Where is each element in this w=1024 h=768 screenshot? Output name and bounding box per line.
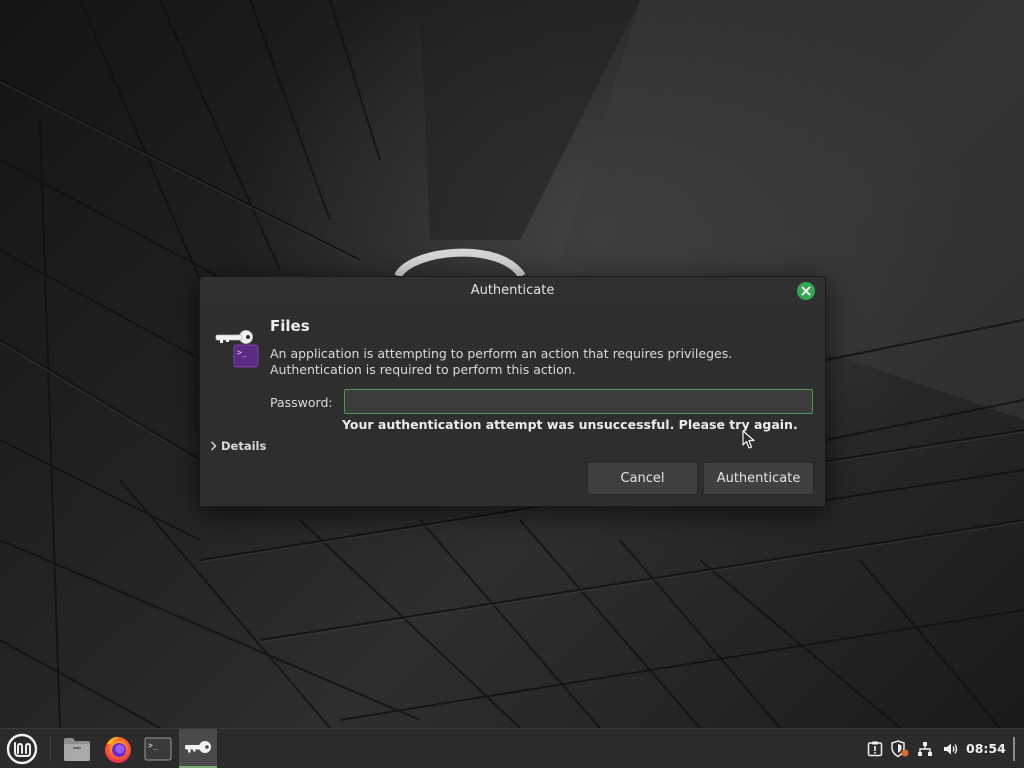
terminal-launcher[interactable]: >_ [139, 729, 177, 768]
files-launcher[interactable] [58, 729, 96, 768]
svg-text:>_: >_ [237, 348, 247, 357]
linux-mint-logo-icon [6, 733, 38, 764]
key-icon [185, 740, 211, 753]
mouse-cursor-icon [742, 430, 755, 449]
firefox-icon [105, 736, 131, 763]
close-button[interactable] [797, 282, 815, 300]
clock[interactable]: 08:54 [966, 741, 1006, 756]
key-lock-icon: >_ [215, 330, 259, 368]
error-message: Your authentication attempt was unsucces… [342, 417, 798, 432]
password-input[interactable] [344, 389, 813, 414]
update-manager-tray[interactable] [864, 729, 886, 768]
folder-icon [64, 737, 90, 761]
volume-icon [944, 743, 958, 754]
taskbar-separator [50, 737, 51, 761]
authenticate-window-button[interactable] [179, 729, 217, 768]
dialog-title: Authenticate [470, 283, 555, 298]
update-manager-icon [867, 741, 883, 756]
network-tray[interactable] [914, 729, 936, 768]
menu-button[interactable] [2, 729, 42, 768]
authenticate-dialog: Authenticate >_ Files An application is … [199, 276, 826, 507]
show-desktop-button[interactable] [1013, 737, 1015, 761]
application-name: Files [270, 317, 310, 335]
network-icon [918, 741, 932, 756]
auth-message: An application is attempting to perform … [270, 346, 733, 377]
details-expander[interactable]: Details [210, 439, 266, 453]
terminal-icon: >_ [144, 737, 172, 760]
volume-tray[interactable] [940, 729, 962, 768]
dialog-titlebar[interactable]: Authenticate [200, 277, 825, 305]
security-tray[interactable] [888, 729, 912, 768]
svg-text:>_: >_ [148, 741, 158, 750]
taskbar: >_ 08:54 [0, 728, 1024, 768]
close-icon [801, 286, 811, 296]
authenticate-button[interactable]: Authenticate [703, 462, 814, 495]
firefox-launcher[interactable] [99, 729, 137, 768]
password-label: Password: [270, 395, 333, 410]
shield-icon [891, 739, 909, 757]
chevron-right-icon [210, 441, 217, 451]
cancel-button[interactable]: Cancel [587, 462, 698, 495]
details-label: Details [221, 439, 267, 453]
